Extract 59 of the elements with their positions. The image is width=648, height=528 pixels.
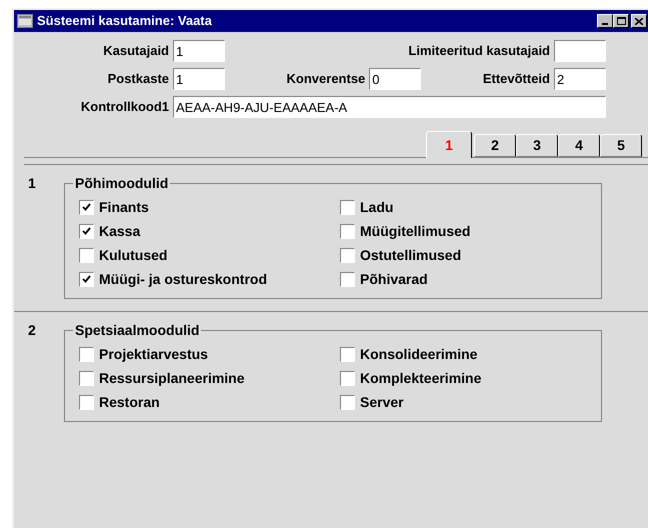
input-field[interactable]: 0 (369, 68, 422, 90)
checkbox-item[interactable]: Restoran (79, 393, 160, 411)
group-title: Põhimoodulid (73, 175, 170, 191)
checkbox-item[interactable]: Finants (79, 198, 149, 216)
input-field[interactable]: AEAA-AH9-AJU-EAAAAEA-A (173, 96, 606, 118)
checkbox-item[interactable]: Ostutellimused (340, 246, 462, 264)
tab[interactable]: 4 (558, 134, 600, 157)
checkbox-item[interactable]: Kassa (79, 222, 140, 240)
field-label: Kontrollkood1 (80, 98, 169, 116)
checkbox-item[interactable]: Server (340, 393, 404, 411)
window-app-icon (17, 14, 33, 28)
checkbox-item[interactable]: Ressursiplaneerimine (79, 369, 245, 387)
field-label: Postkaste (106, 70, 169, 88)
minimize-button[interactable] (597, 14, 613, 28)
input-field[interactable]: 2 (554, 68, 606, 90)
checkbox[interactable] (79, 370, 94, 386)
input-field[interactable]: 1 (173, 68, 225, 90)
checkbox[interactable] (79, 224, 94, 238)
checkbox[interactable] (79, 394, 94, 410)
checkbox[interactable] (340, 224, 355, 238)
field-label: Kasutajaid (102, 42, 169, 60)
maximize-icon (616, 17, 626, 25)
section-number: 1 (28, 175, 37, 193)
checkbox-item[interactable]: Projektiarvestus (79, 345, 208, 363)
field-label: Konverentse (286, 70, 366, 88)
field-label: Limiteeritud kasutajaid (408, 42, 550, 60)
checkmark-icon (82, 275, 91, 283)
checkbox[interactable] (340, 200, 355, 214)
checkbox[interactable] (79, 200, 94, 214)
tab[interactable]: 2 (474, 134, 516, 157)
field-label: Ettevõtteid (482, 70, 550, 88)
window-title: Süsteemi kasutamine: Vaata (37, 12, 213, 30)
checkmark-icon (82, 203, 91, 211)
checkbox-item[interactable]: Komplekteerimine (340, 369, 482, 387)
section-number: 2 (28, 322, 37, 340)
input-field[interactable]: 1 (173, 40, 225, 62)
close-button[interactable] (631, 14, 647, 28)
checkbox-item[interactable]: Kulutused (79, 246, 168, 264)
checkbox-item[interactable]: Konsolideerimine (340, 345, 478, 363)
checkmark-icon (82, 227, 91, 235)
minimize-icon (602, 23, 608, 25)
checkbox[interactable] (79, 272, 94, 286)
tab[interactable]: 3 (516, 134, 558, 157)
group-title: Spetsiaalmoodulid (73, 322, 202, 338)
checkbox[interactable] (79, 346, 94, 362)
checkbox-item[interactable]: Põhivarad (340, 270, 428, 288)
checkbox[interactable] (340, 248, 355, 262)
checkbox[interactable] (79, 248, 94, 262)
checkbox[interactable] (340, 370, 355, 386)
checkbox-item[interactable]: Ladu (340, 198, 394, 216)
checkbox[interactable] (340, 346, 355, 362)
checkbox-item[interactable]: Müügitellimused (340, 222, 470, 240)
checkbox[interactable] (340, 394, 355, 410)
close-icon (635, 18, 643, 24)
input-field[interactable] (554, 40, 606, 62)
tab[interactable]: 5 (600, 134, 642, 157)
checkbox-item[interactable]: Müügi- ja ostureskontrod (79, 270, 267, 288)
checkbox[interactable] (340, 272, 355, 286)
maximize-button[interactable] (613, 14, 629, 28)
